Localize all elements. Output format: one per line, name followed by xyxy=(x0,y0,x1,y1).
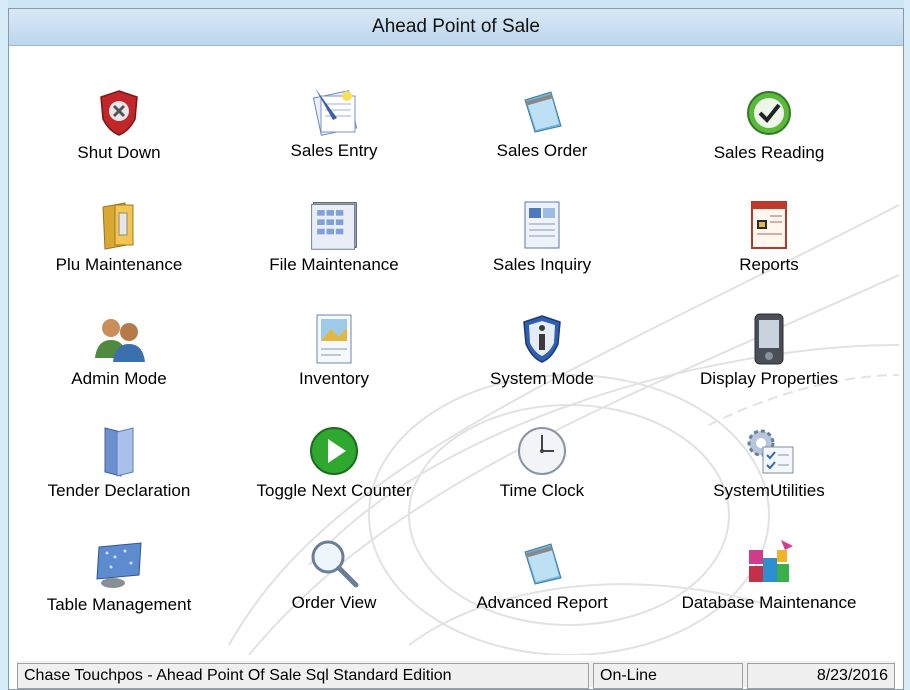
menu-label: Inventory xyxy=(299,369,369,388)
tender-declaration-button[interactable]: Tender Declaration xyxy=(14,423,224,523)
menu-label: Tender Declaration xyxy=(47,481,191,500)
clock-icon xyxy=(514,423,570,479)
time-clock-button[interactable]: Time Clock xyxy=(437,423,647,523)
menu-label: Admin Mode xyxy=(71,369,167,388)
sales-inquiry-button[interactable]: Sales Inquiry xyxy=(437,197,647,297)
menu-label: Display Properties xyxy=(700,369,838,388)
notepad-icon xyxy=(514,83,570,139)
admin-mode-button[interactable]: Admin Mode xyxy=(14,311,224,411)
menu-label: Order View xyxy=(291,593,377,612)
menu-label: Sales Order xyxy=(496,141,588,160)
reports-button[interactable]: Reports xyxy=(664,197,874,297)
sales-order-button[interactable]: Sales Order xyxy=(437,83,647,183)
menu-label: Sales Reading xyxy=(713,143,825,162)
users-icon xyxy=(91,311,147,367)
network-screen-icon xyxy=(91,537,147,593)
menu-label: Toggle Next Counter xyxy=(256,481,412,500)
menu-label: Advanced Report xyxy=(476,593,608,612)
advanced-report-button[interactable]: Advanced Report xyxy=(437,535,647,635)
menu-label: SystemUtilities xyxy=(713,481,825,500)
database-blocks-icon xyxy=(741,535,797,591)
status-date: 8/23/2016 xyxy=(747,663,895,689)
sales-reading-button[interactable]: Sales Reading xyxy=(664,85,874,185)
play-icon xyxy=(306,423,362,479)
menu-grid: Shut Down Sales Entry Sales Order Sales … xyxy=(9,45,903,653)
menu-label: Plu Maintenance xyxy=(55,255,183,274)
inventory-doc-icon xyxy=(306,311,362,367)
sales-entry-icon xyxy=(306,83,362,139)
desktop-background-right xyxy=(904,0,910,690)
checkmark-icon xyxy=(741,85,797,141)
file-maintenance-button[interactable]: File Maintenance xyxy=(229,197,439,297)
plu-maintenance-button[interactable]: Plu Maintenance xyxy=(14,197,224,297)
order-view-button[interactable]: Order View xyxy=(229,535,439,635)
sales-entry-button[interactable]: Sales Entry xyxy=(229,83,439,183)
report-icon xyxy=(741,197,797,253)
status-bar: Chase Touchpos - Ahead Point Of Sale Sql… xyxy=(17,661,895,689)
menu-label: System Mode xyxy=(490,369,594,388)
blue-folder-icon xyxy=(91,423,147,479)
magnifier-icon xyxy=(306,535,362,591)
menu-label: Shut Down xyxy=(77,143,161,162)
folder-icon xyxy=(91,197,147,253)
menu-label: Sales Inquiry xyxy=(492,255,592,274)
menu-label: Sales Entry xyxy=(290,141,378,160)
database-maintenance-button[interactable]: Database Maintenance xyxy=(664,535,874,635)
gear-checklist-icon xyxy=(741,423,797,479)
status-edition: Chase Touchpos - Ahead Point Of Sale Sql… xyxy=(17,663,589,689)
info-shield-icon xyxy=(514,311,570,367)
app-window: Ahead Point of Sale Shut Down Sales Entr… xyxy=(8,8,904,690)
shutdown-shield-icon xyxy=(91,85,147,141)
document-icon xyxy=(514,197,570,253)
menu-label: File Maintenance xyxy=(269,255,399,274)
notepad-icon xyxy=(514,535,570,591)
spreadsheet-icon xyxy=(306,197,362,253)
display-properties-button[interactable]: Display Properties xyxy=(664,311,874,411)
pda-icon xyxy=(741,311,797,367)
inventory-button[interactable]: Inventory xyxy=(229,311,439,411)
desktop-background xyxy=(0,0,910,8)
menu-label: Table Management xyxy=(46,595,192,614)
system-utilities-button[interactable]: SystemUtilities xyxy=(664,423,874,523)
menu-label: Time Clock xyxy=(499,481,585,500)
window-title: Ahead Point of Sale xyxy=(9,9,903,46)
toggle-next-counter-button[interactable]: Toggle Next Counter xyxy=(229,423,439,523)
shut-down-button[interactable]: Shut Down xyxy=(14,85,224,185)
desktop-background-left xyxy=(0,0,8,690)
menu-label: Reports xyxy=(739,255,799,274)
table-management-button[interactable]: Table Management xyxy=(14,537,224,637)
menu-label: Database Maintenance xyxy=(681,593,857,612)
system-mode-button[interactable]: System Mode xyxy=(437,311,647,411)
status-connection: On-Line xyxy=(593,663,743,689)
